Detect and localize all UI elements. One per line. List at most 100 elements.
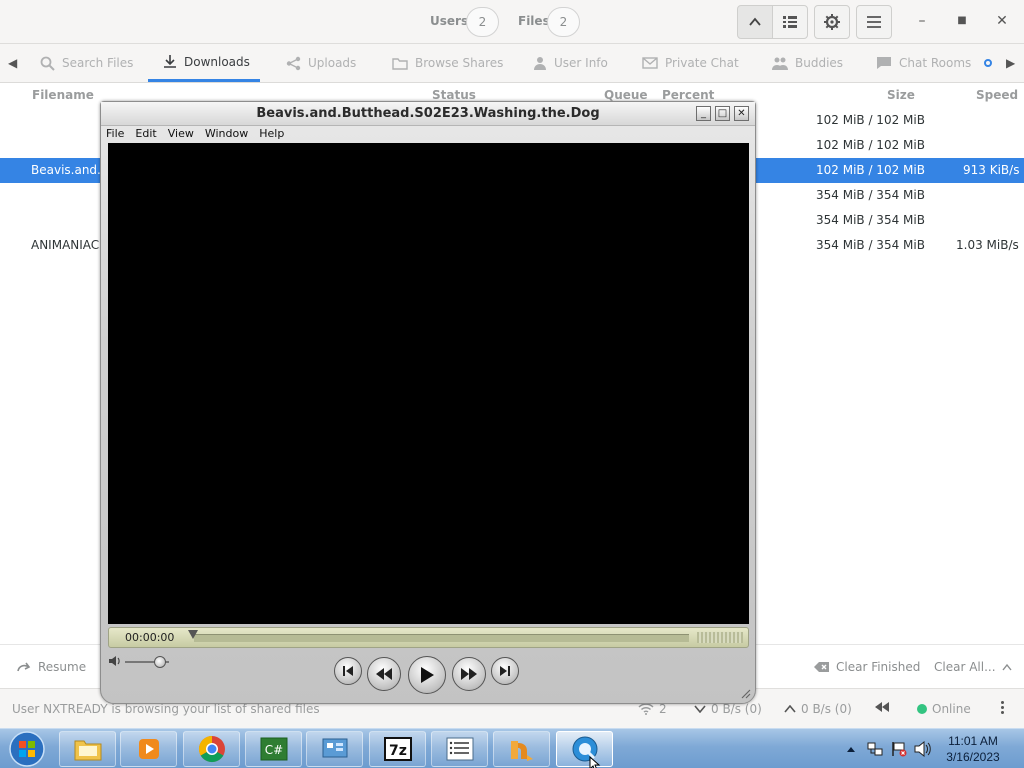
column-queue[interactable]: Queue xyxy=(604,88,648,102)
player-menu-bar: File Edit View Window Help xyxy=(106,127,284,144)
folder-icon xyxy=(392,57,408,70)
resume-button[interactable]: Resume xyxy=(16,660,86,674)
row-speed: 1.03 MiB/s xyxy=(956,238,1019,252)
player-minimize-button[interactable]: _ xyxy=(696,106,711,121)
close-button[interactable]: ✕ xyxy=(992,13,1012,29)
menu-edit[interactable]: Edit xyxy=(135,127,156,144)
taskbar-control-panel[interactable] xyxy=(306,731,363,767)
tab-search-files[interactable]: Search Files xyxy=(40,44,133,82)
quicktime-player-window[interactable]: Beavis.and.Butthead.S02E23.Washing.the.D… xyxy=(100,101,756,704)
network-icon[interactable] xyxy=(867,741,883,757)
row-size: 354 MiB / 354 MiB xyxy=(816,213,925,227)
start-button[interactable] xyxy=(4,730,50,768)
row-size: 102 MiB / 102 MiB xyxy=(816,138,925,152)
svg-text:7z: 7z xyxy=(389,743,407,759)
tab-user-info[interactable]: User Info xyxy=(533,44,608,82)
clear-all-button[interactable]: Clear All... xyxy=(934,660,1012,674)
rewind-icon xyxy=(875,702,889,712)
play-icon xyxy=(421,667,434,683)
player-title: Beavis.and.Butthead.S02E23.Washing.the.D… xyxy=(256,106,600,121)
column-percent[interactable]: Percent xyxy=(662,88,714,102)
tab-scroll-left-icon[interactable]: ◀ xyxy=(8,56,17,70)
taskbar-clock[interactable]: 11:01 AM 3/16/2023 xyxy=(935,733,1011,765)
tab-chat-rooms[interactable]: Chat Rooms xyxy=(876,44,993,82)
tab-private-chat[interactable]: Private Chat xyxy=(642,44,739,82)
column-status[interactable]: Status xyxy=(432,88,476,102)
explorer-icon xyxy=(74,740,101,761)
taskbar-explorer[interactable] xyxy=(59,731,116,767)
player-maximize-button[interactable]: □ xyxy=(715,106,730,121)
main-menu-button[interactable] xyxy=(856,5,892,39)
menu-file[interactable]: File xyxy=(106,127,124,144)
show-hidden-icons-icon[interactable] xyxy=(846,745,856,753)
row-size: 102 MiB / 102 MiB xyxy=(816,113,925,127)
upload-speed-indicator[interactable]: 0 B/s (0) xyxy=(784,702,852,716)
tab-label: Uploads xyxy=(308,56,357,70)
taskbar-nicotine[interactable] xyxy=(493,731,550,767)
chevron-up-icon xyxy=(1001,663,1012,671)
taskbar-list-app[interactable] xyxy=(431,731,488,767)
volume-slider-handle[interactable] xyxy=(154,656,167,668)
taskbar-media-player[interactable] xyxy=(120,731,177,767)
action-center-flag-icon[interactable] xyxy=(891,741,907,757)
column-filename[interactable]: Filename xyxy=(32,88,94,102)
away-toggle-button[interactable] xyxy=(874,702,890,712)
svg-text:C#: C# xyxy=(264,743,282,757)
files-count-badge[interactable]: 2 xyxy=(547,7,580,37)
nicotine-icon xyxy=(510,741,533,761)
playhead-handle[interactable] xyxy=(188,630,198,639)
tab-bar: ◀ Search Files Downloads Uploads Browse … xyxy=(0,44,1024,83)
mail-icon xyxy=(642,57,658,69)
users-count-badge[interactable]: 2 xyxy=(466,7,499,37)
chat-icon xyxy=(877,57,891,69)
rewind-button[interactable] xyxy=(367,657,401,691)
connections-indicator[interactable]: 2 xyxy=(638,702,667,716)
tab-buddies[interactable]: Buddies xyxy=(772,44,843,82)
skip-back-icon xyxy=(343,666,353,676)
more-options-icon[interactable] xyxy=(1001,701,1004,714)
tab-label: Private Chat xyxy=(665,56,739,70)
timeline-track[interactable] xyxy=(194,634,689,642)
media-player-icon xyxy=(138,739,159,759)
tab-downloads[interactable]: Downloads xyxy=(148,44,260,82)
menu-help[interactable]: Help xyxy=(259,127,284,144)
fast-forward-button[interactable] xyxy=(452,657,486,691)
menu-window[interactable]: Window xyxy=(205,127,248,144)
status-message-text: User NXTREADY is browsing your list of s… xyxy=(12,702,320,716)
column-size[interactable]: Size xyxy=(887,88,915,102)
go-to-end-button[interactable] xyxy=(491,657,519,685)
taskbar: C# 7z 11:01 AM 3/16/2023 xyxy=(0,728,1024,768)
online-status[interactable]: Online xyxy=(917,702,971,716)
download-speed-indicator[interactable]: 0 B/s (0) xyxy=(694,702,762,716)
taskbar-quicktime[interactable] xyxy=(556,731,613,768)
minimize-button[interactable]: – xyxy=(912,13,932,29)
resize-grip-icon[interactable] xyxy=(739,687,751,699)
preferences-button[interactable] xyxy=(814,5,850,39)
go-to-start-button[interactable] xyxy=(334,657,362,685)
volume-icon[interactable] xyxy=(914,741,932,757)
taskbar-chrome[interactable] xyxy=(183,731,240,767)
row-size: 354 MiB / 354 MiB xyxy=(816,188,925,202)
row-size: 102 MiB / 102 MiB xyxy=(816,163,925,177)
collapse-button[interactable] xyxy=(737,5,773,39)
tab-browse-shares[interactable]: Browse Shares xyxy=(392,44,503,82)
menu-view[interactable]: View xyxy=(168,127,194,144)
files-label: Files xyxy=(518,14,550,28)
column-speed[interactable]: Speed xyxy=(976,88,1018,102)
tab-scroll-right-icon[interactable]: ▶ xyxy=(1006,56,1015,70)
play-button[interactable] xyxy=(408,656,446,694)
list-view-button[interactable] xyxy=(772,5,808,39)
clear-finished-label: Clear Finished xyxy=(836,660,921,674)
clear-finished-button[interactable]: Clear Finished xyxy=(814,660,920,674)
row-filename: ANIMANIACS xyxy=(31,238,107,252)
fast-forward-icon xyxy=(461,668,477,680)
tab-uploads[interactable]: Uploads xyxy=(286,44,356,82)
tab-label: Downloads xyxy=(184,54,250,69)
taskbar-7zip[interactable]: 7z xyxy=(369,731,426,767)
maximize-button[interactable]: ■ xyxy=(952,15,972,26)
control-panel-icon xyxy=(322,738,347,758)
video-area[interactable] xyxy=(108,143,749,624)
player-title-bar[interactable]: Beavis.and.Butthead.S02E23.Washing.the.D… xyxy=(101,102,755,126)
player-close-button[interactable]: ✕ xyxy=(734,106,749,121)
taskbar-csharp[interactable]: C# xyxy=(245,731,302,767)
